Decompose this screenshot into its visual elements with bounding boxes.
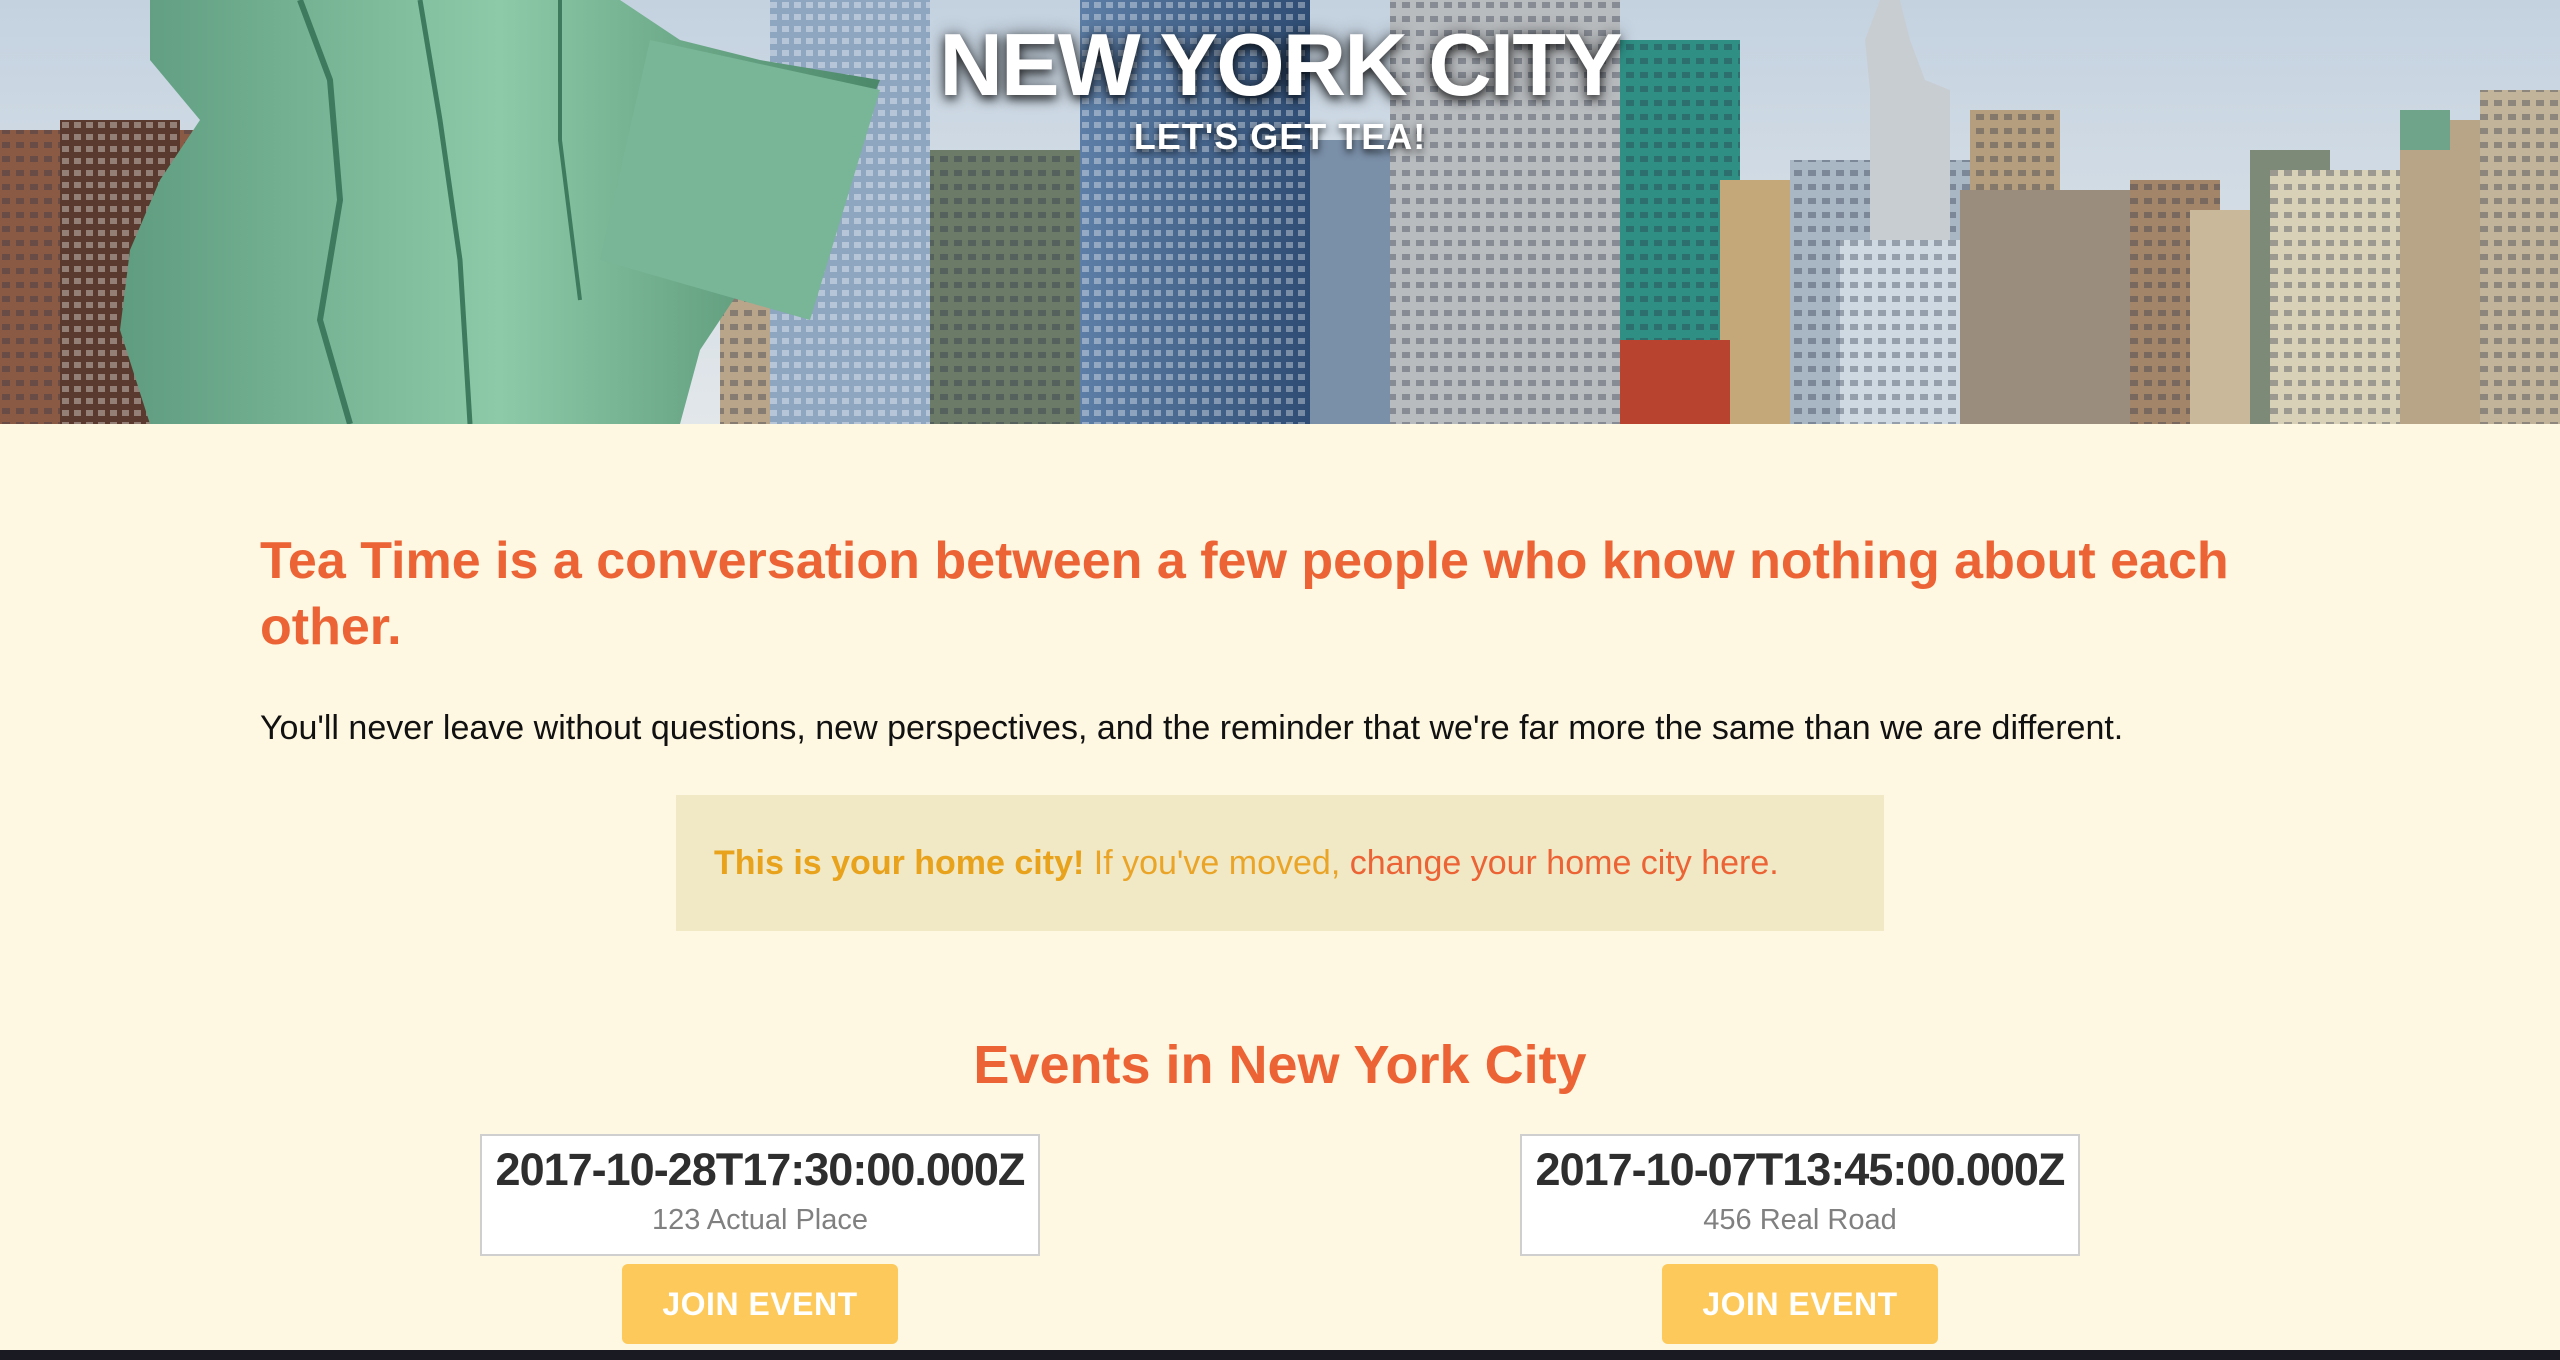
notice-text: If you've moved, — [1084, 843, 1350, 882]
page: NEW YORK CITY LET'S GET TEA! Tea Time is… — [0, 0, 2560, 1350]
event-location: 123 Actual Place — [651, 1204, 869, 1236]
event-location: 456 Real Road — [1703, 1204, 1897, 1236]
notice-strong-text: This is your home city! — [714, 843, 1085, 882]
event-date: 2017-10-28T17:30:00.000Z — [495, 1144, 1026, 1195]
intro-heading: Tea Time is a conversation between a few… — [260, 532, 2229, 656]
event-item: 2017-10-07T13:45:00.000Z 456 Real Road J… — [1520, 1134, 2080, 1344]
intro-body: You'll never leave without questions, ne… — [260, 709, 2124, 747]
city-subtitle: LET'S GET TEA! — [1133, 116, 1427, 157]
hero-banner: NEW YORK CITY LET'S GET TEA! — [0, 0, 2560, 424]
city-title: NEW YORK CITY — [939, 15, 1622, 114]
home-city-notice: This is your home city! If you've moved,… — [676, 795, 1884, 931]
event-card: 2017-10-07T13:45:00.000Z 456 Real Road — [1520, 1134, 2080, 1256]
event-date: 2017-10-07T13:45:00.000Z — [1535, 1144, 2066, 1195]
change-home-city-link[interactable]: change your home city here. — [1350, 844, 1779, 883]
join-event-button[interactable]: JOIN EVENT — [1662, 1264, 1938, 1344]
event-card: 2017-10-28T17:30:00.000Z 123 Actual Plac… — [480, 1134, 1040, 1256]
event-item: 2017-10-28T17:30:00.000Z 123 Actual Plac… — [480, 1134, 1040, 1344]
join-event-button[interactable]: JOIN EVENT — [622, 1264, 898, 1344]
events-heading: Events in New York City — [973, 1035, 1587, 1095]
